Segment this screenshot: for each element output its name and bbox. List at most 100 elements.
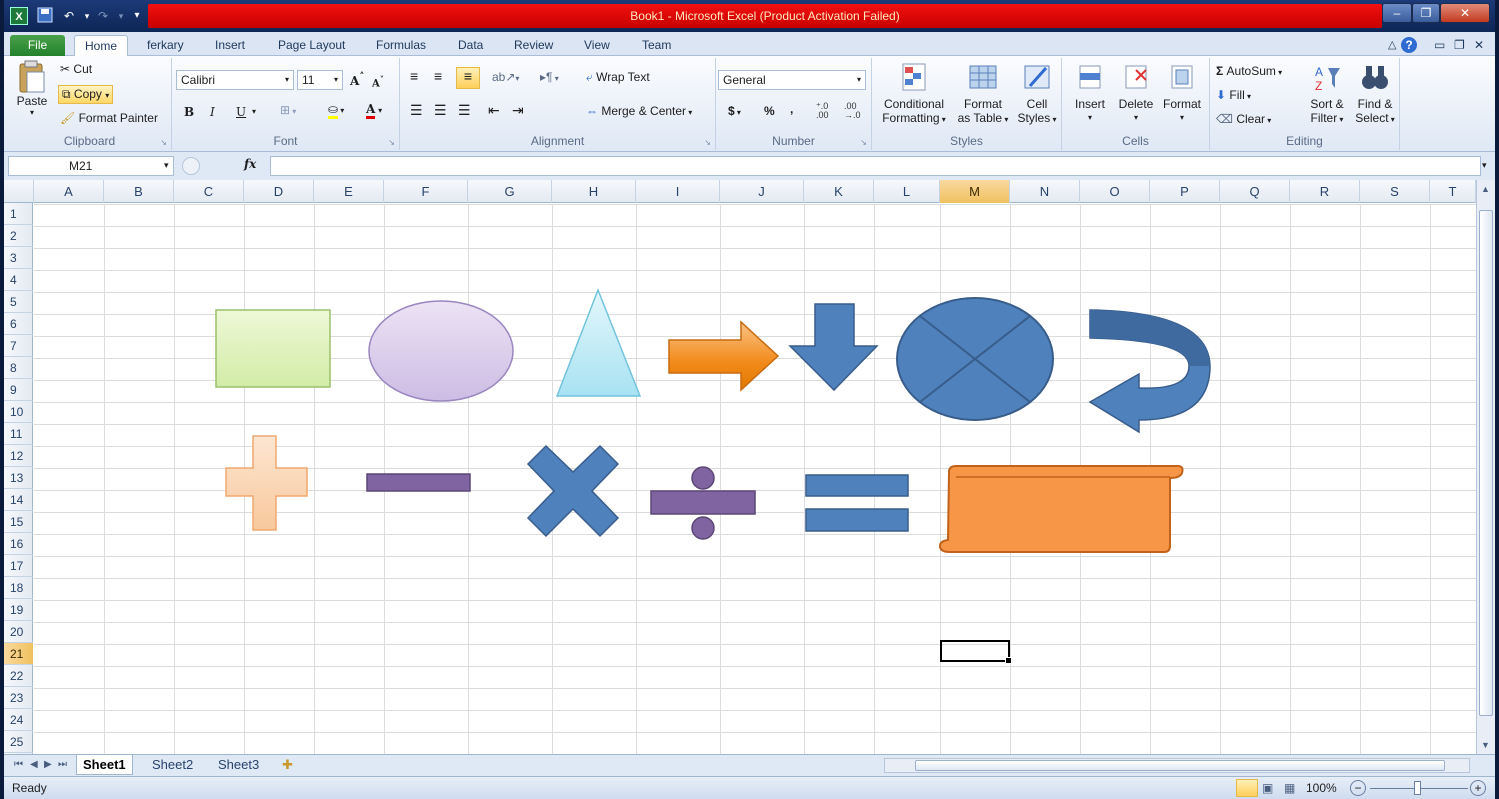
sheet-tab-2[interactable]: Sheet2 [146, 755, 199, 775]
font-size-combo[interactable]: 11 ▾ [297, 70, 343, 90]
undo-icon[interactable]: ↶ [60, 7, 78, 25]
borders-button[interactable]: ⊞ ▾ [280, 103, 296, 117]
insert-function-icon[interactable]: fx [244, 157, 256, 171]
cut-button[interactable]: ✂ Cut [60, 62, 92, 76]
decrease-decimal-icon[interactable]: .00 →.0 [844, 102, 861, 120]
right-arrow-shape[interactable] [668, 320, 780, 392]
bottom-align-icon[interactable]: ≡ [456, 67, 480, 89]
format-cells-button[interactable]: Format ▾ [1160, 62, 1204, 125]
zoom-level[interactable]: 100% [1306, 781, 1337, 795]
paste-button[interactable]: Paste ▾ [14, 60, 50, 117]
excel-logo-icon[interactable]: X [10, 7, 28, 25]
vertical-scroll-thumb[interactable] [1479, 210, 1493, 716]
page-layout-view-icon[interactable]: ▣ [1262, 781, 1273, 795]
plus-shape[interactable] [225, 435, 308, 531]
top-align-icon[interactable]: ≡ [410, 68, 418, 84]
tab-file[interactable]: File [10, 35, 65, 56]
italic-button[interactable]: I [210, 105, 215, 119]
scroll-down-icon[interactable]: ▼ [1481, 740, 1490, 750]
redo-icon[interactable]: ↷ [94, 7, 112, 25]
triangle-shape[interactable] [555, 287, 642, 397]
sort-filter-button[interactable]: AZ Sort & Filter ▾ [1304, 62, 1350, 127]
clipboard-launcher-icon[interactable]: ↘ [160, 138, 167, 147]
fill-color-button[interactable]: ⛀ ▾ [328, 102, 344, 119]
expand-formula-bar-icon[interactable]: ▾ [1482, 160, 1487, 171]
insert-cells-button[interactable]: Insert ▾ [1068, 62, 1112, 125]
currency-button[interactable]: $ ▾ [728, 104, 741, 118]
number-format-combo[interactable]: General ▾ [718, 70, 866, 90]
tab-insert[interactable]: Insert [205, 35, 255, 56]
minus-shape[interactable] [366, 473, 471, 492]
divide-shape[interactable] [650, 490, 756, 515]
sheet-tab-3[interactable]: Sheet3 [212, 755, 265, 775]
alignment-launcher-icon[interactable]: ↘ [704, 138, 711, 147]
oval-shape[interactable] [368, 300, 514, 402]
restore-button[interactable]: ❐ [1412, 3, 1440, 23]
align-left-icon[interactable]: ☰ [410, 102, 423, 119]
formula-input[interactable] [270, 156, 1481, 176]
align-center-icon[interactable]: ☰ [434, 102, 447, 119]
name-box[interactable]: M21 [8, 156, 174, 176]
orientation-button[interactable]: ab↗▾ [492, 70, 519, 84]
worksheet-grid[interactable]: A B C D E F G H I J K L M N O P Q R S T … [4, 180, 1476, 754]
tab-home[interactable]: Home [74, 35, 128, 56]
merge-center-button[interactable]: ⇔ Merge & Center ▾ [586, 104, 692, 118]
zoom-out-icon[interactable]: − [1350, 780, 1366, 796]
scroll-up-icon[interactable]: ▲ [1481, 184, 1490, 194]
normal-view-icon[interactable] [1236, 779, 1258, 797]
grow-font-button[interactable]: A˄ [350, 72, 364, 88]
autosum-button[interactable]: Σ AutoSum ▾ [1216, 64, 1282, 78]
save-icon[interactable] [36, 7, 54, 25]
horizontal-scroll-thumb[interactable] [915, 760, 1445, 771]
vertical-scrollbar[interactable]: ▲ ▼ [1476, 180, 1495, 754]
delete-cells-button[interactable]: Delete ▾ [1114, 62, 1158, 125]
zoom-in-icon[interactable]: + [1470, 780, 1486, 796]
down-arrow-shape[interactable] [788, 303, 879, 392]
customize-toolbar-icon[interactable]: ▾ [128, 7, 146, 25]
increase-indent-icon[interactable]: ⇥ [512, 102, 524, 119]
page-break-view-icon[interactable]: ▦ [1284, 781, 1295, 795]
fill-button[interactable]: ⬇ Fill ▾ [1216, 88, 1251, 102]
scroll-shape[interactable] [938, 465, 1184, 553]
find-select-button[interactable]: Find & Select ▾ [1352, 62, 1398, 127]
zoom-slider-thumb[interactable] [1414, 781, 1421, 795]
close-button[interactable]: ✕ [1440, 3, 1490, 23]
conditional-formatting-button[interactable]: Conditional Formatting ▾ [878, 62, 950, 127]
font-name-combo[interactable]: Calibri ▾ [176, 70, 294, 90]
help-icon[interactable]: ? [1398, 35, 1420, 56]
underline-button[interactable]: U [236, 105, 246, 119]
tab-view[interactable]: View [574, 35, 620, 56]
cell-styles-button[interactable]: Cell Styles ▾ [1014, 62, 1060, 127]
number-launcher-icon[interactable]: ↘ [860, 138, 867, 147]
decrease-indent-icon[interactable]: ⇤ [488, 102, 500, 119]
multiply-shape[interactable] [526, 444, 620, 538]
workbook-close-icon[interactable]: ✕ [1464, 35, 1494, 56]
shrink-font-button[interactable]: A˅ [372, 74, 384, 89]
rectangle-shape[interactable] [215, 309, 331, 388]
font-launcher-icon[interactable]: ↘ [388, 138, 395, 147]
bold-button[interactable]: B [184, 105, 194, 119]
wrap-text-button[interactable]: ⤶ Wrap Text [586, 70, 650, 85]
horizontal-scrollbar[interactable] [884, 758, 1470, 773]
clear-button[interactable]: ⌫ Clear ▾ [1216, 112, 1271, 126]
percent-button[interactable]: % [764, 104, 775, 118]
tab-formulas[interactable]: Formulas [366, 35, 436, 56]
comma-button[interactable]: , [790, 102, 793, 116]
middle-align-icon[interactable]: ≡ [434, 68, 442, 84]
font-color-button[interactable]: A ▾ [366, 102, 382, 119]
tab-team[interactable]: Team [632, 35, 681, 56]
text-direction-button[interactable]: ▸¶ ▾ [540, 70, 559, 84]
align-right-icon[interactable]: ☰ [458, 102, 471, 119]
tab-ferkary[interactable]: ferkary [137, 35, 194, 56]
sheet-nav-last-icon[interactable]: ⏭ [52, 755, 73, 775]
copy-button[interactable]: ⧉ Copy ▾ [58, 85, 114, 104]
tab-data[interactable]: Data [448, 35, 493, 56]
name-box-dropdown-icon[interactable]: ▾ [164, 160, 169, 171]
tab-review[interactable]: Review [504, 35, 563, 56]
underline-dropdown-icon[interactable]: ▾ [252, 107, 256, 116]
format-as-table-button[interactable]: Format as Table ▾ [952, 62, 1014, 127]
tab-page-layout[interactable]: Page Layout [268, 35, 355, 56]
minimize-button[interactable]: – [1382, 3, 1412, 23]
format-painter-button[interactable]: 🖌 Format Painter [60, 111, 158, 125]
sheet-tab-1[interactable]: Sheet1 [76, 755, 133, 775]
